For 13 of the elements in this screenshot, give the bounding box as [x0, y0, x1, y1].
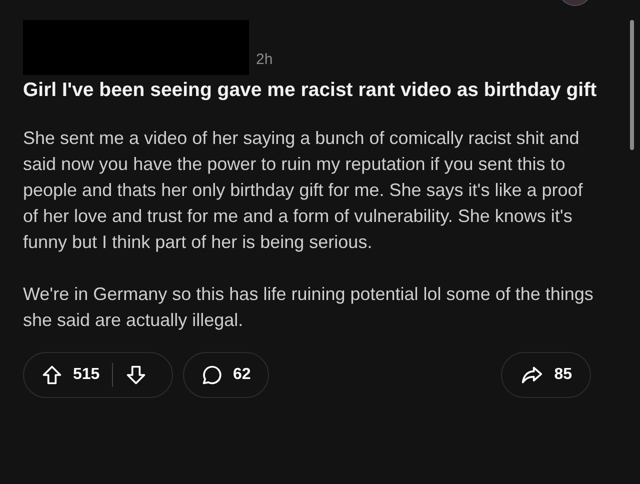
downvote-icon — [124, 364, 147, 386]
scrollbar[interactable] — [630, 20, 634, 150]
comments-button[interactable]: 62 — [183, 352, 269, 398]
upvote-icon — [41, 364, 63, 386]
post-time: 2h — [256, 50, 273, 70]
downvote-button[interactable] — [124, 364, 147, 386]
share-icon — [520, 364, 544, 386]
comment-icon — [201, 364, 223, 386]
share-button[interactable]: 85 — [501, 352, 591, 398]
upvote-button[interactable]: 515 — [41, 363, 100, 387]
post-body-paragraph: She sent me a video of her saying a bunch of comically racist shit and said now you have the power to ruin my reputation if you sent this to people and thats her only birthday gift for me. She says it's like a proof of her love and trust for me and a form of vulnerability. She knows it's funny but I think part of her is being serious. — [23, 127, 584, 254]
post-title: Girl I've been seeing gave me racist rant video as birthday gift — [23, 78, 598, 103]
post-body-paragraph: We're in Germany so this has life ruining potential lol some of the things she said are actually illegal. — [23, 283, 594, 332]
